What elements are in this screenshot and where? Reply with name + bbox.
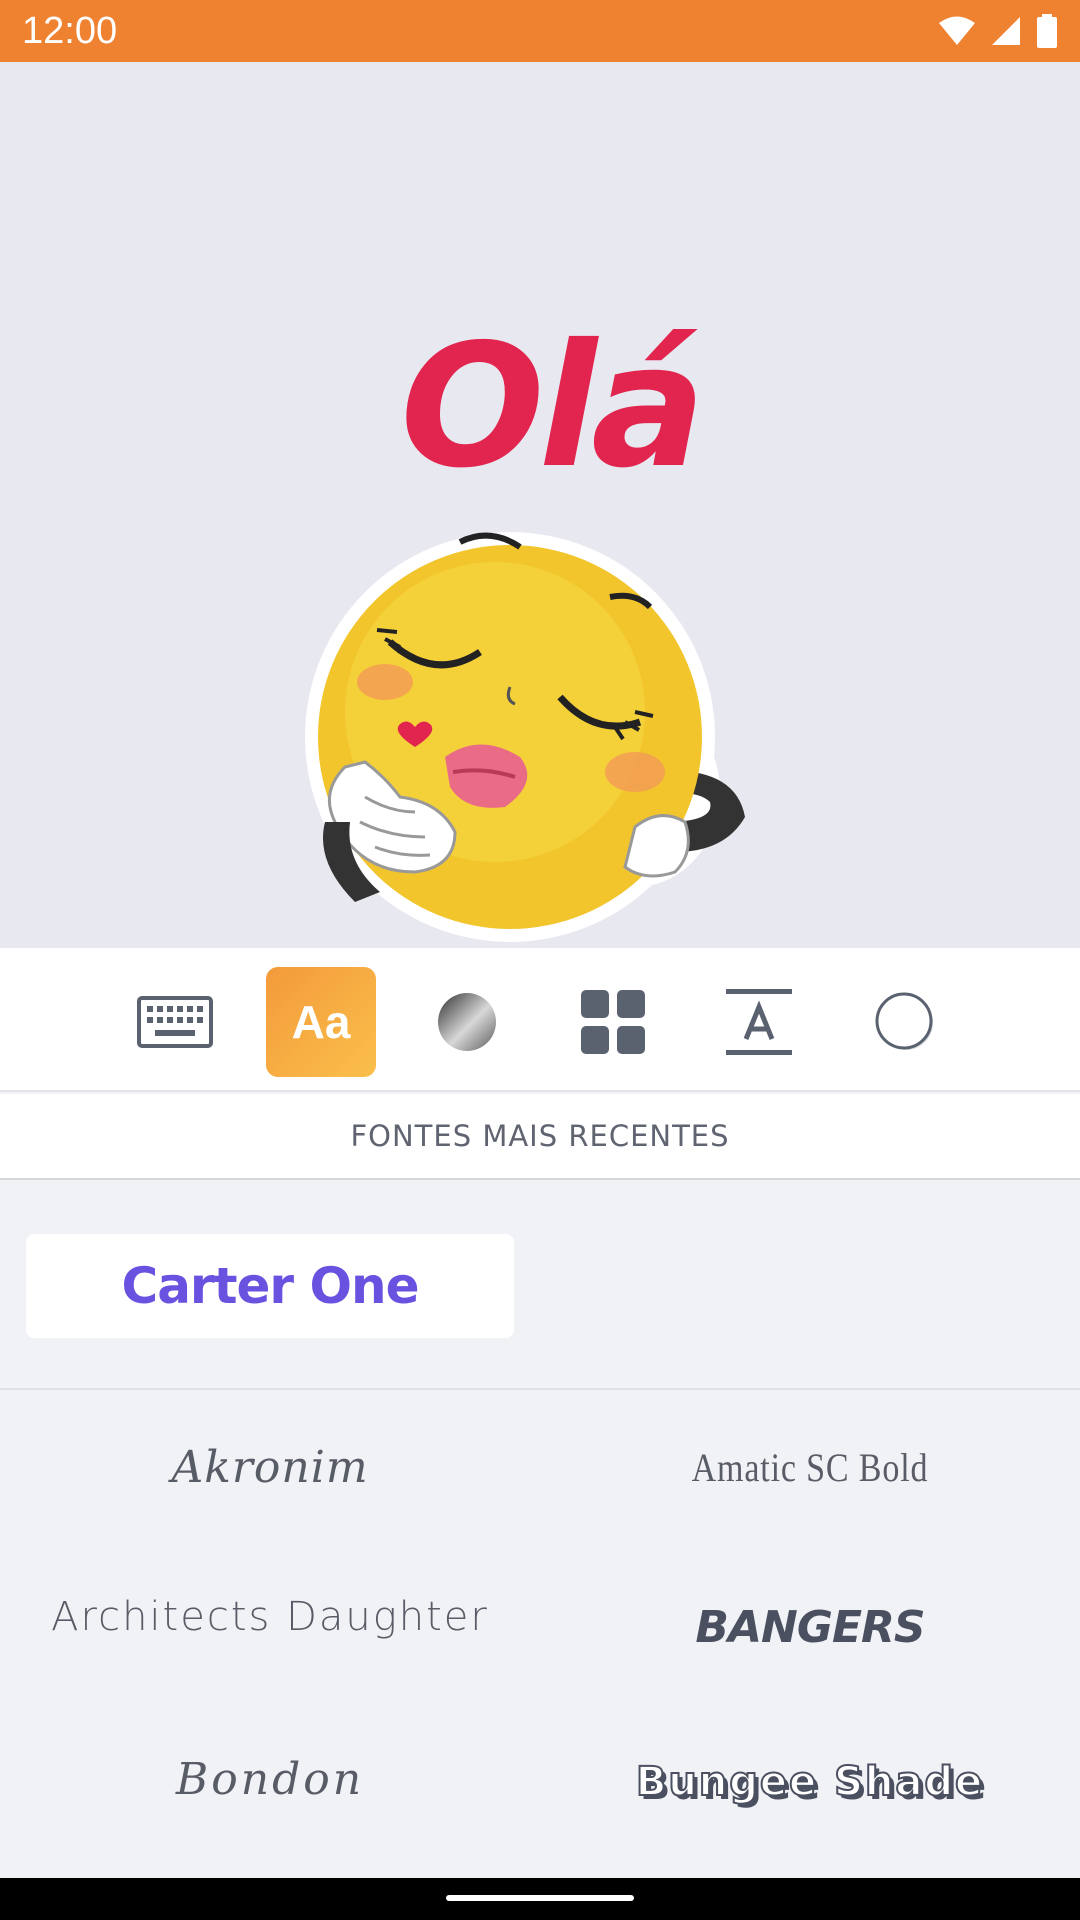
font-list: Akronim Amatic SC Bold Architects Daught… (0, 1392, 1080, 1878)
font-item-architects-daughter[interactable]: Architects Daughter (0, 1542, 540, 1692)
home-handle[interactable] (446, 1895, 634, 1901)
outline-button[interactable] (850, 967, 960, 1077)
font-item-bondon[interactable]: Bondon (0, 1704, 540, 1854)
font-item-bangers[interactable]: Bangers (540, 1552, 1080, 1702)
status-time: 12:00 (22, 9, 118, 52)
font-item-bungee-shade[interactable]: Bungee Shade (540, 1707, 1080, 1857)
font-item-amatic-sc-bold[interactable]: Amatic SC Bold (581, 1392, 1040, 1542)
recent-fonts-list: Carter One (0, 1182, 1080, 1390)
text-style-button[interactable] (704, 967, 814, 1077)
text-format-icon (726, 989, 792, 1055)
keyboard-button[interactable] (120, 967, 230, 1077)
font-button-label: Aa (291, 996, 351, 1048)
status-bar: 12:00 (0, 0, 1080, 62)
status-icons (938, 14, 1058, 48)
grid-icon (581, 990, 645, 1054)
blowing-kiss-emoji[interactable] (305, 522, 785, 952)
cell-signal-icon (992, 17, 1020, 45)
battery-icon (1037, 14, 1057, 48)
sticker-text[interactable]: Olá (370, 312, 730, 502)
sticker-preview: Olá (0, 62, 1080, 948)
recent-font-carter-one[interactable]: Carter One (26, 1234, 514, 1338)
recent-fonts-header: FONTES MAIS RECENTES (0, 1094, 1080, 1180)
system-nav-bar (0, 1878, 1080, 1920)
editor-toolbar: Aa (0, 948, 1080, 1092)
circle-outline-icon (875, 992, 933, 1050)
color-button[interactable] (412, 967, 522, 1077)
keyboard-icon (137, 996, 213, 1048)
layout-button[interactable] (558, 967, 668, 1077)
wifi-icon (939, 16, 975, 45)
gradient-circle-icon (438, 993, 496, 1051)
font-button[interactable]: Aa (266, 967, 376, 1077)
font-item-akronim[interactable]: Akronim (0, 1392, 540, 1542)
